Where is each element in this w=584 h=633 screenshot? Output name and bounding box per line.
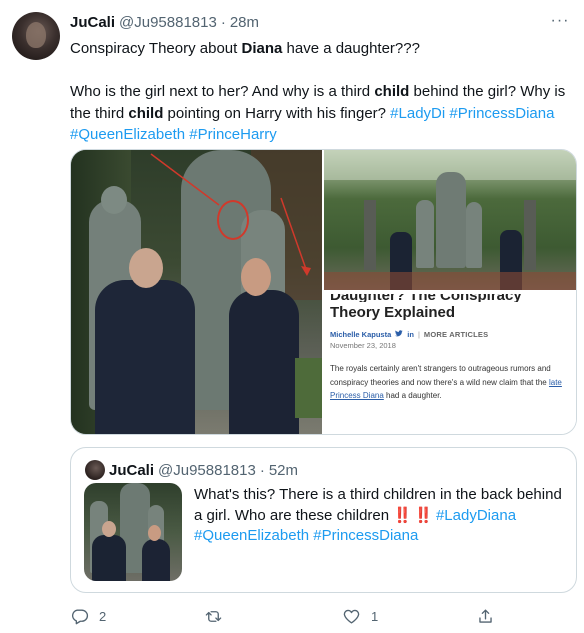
tweet-time[interactable]: 28m [230,14,259,31]
reply-count: 2 [99,608,107,624]
like-button[interactable]: 1 [342,604,378,628]
more-articles-link: MORE ARTICLES [423,330,489,339]
media-grid: Daughter? The Conspiracy Theory Explaine… [70,149,577,435]
text-bold: Diana [241,40,283,57]
statue-photo-wide [324,150,576,290]
retweet-button[interactable] [204,604,233,628]
hashtag-queenelizabeth[interactable]: #QueenElizabeth [70,126,185,143]
like-icon [343,609,360,624]
text-segment: have a daughter??? [282,40,420,57]
share-icon [479,608,492,623]
quote-hashtag-queenelizabeth[interactable]: #QueenElizabeth [194,527,309,544]
tweet-text: Conspiracy Theory about Diana have a dau… [70,38,570,146]
text-segment: pointing on Harry with his finger? [163,104,391,122]
text-bold: child [374,83,410,100]
quote-author-handle: @Ju95881813 [158,462,256,479]
hashtag-ladydi[interactable]: #LadyDi [390,105,445,122]
article-body-text: The royals certainly aren't strangers to… [330,364,551,387]
meta-separator: | [417,330,420,339]
linkedin-label: in [407,330,414,339]
article-meta: Michelle Kapusta in | MORE ARTICLES [330,330,570,339]
reply-icon [71,608,89,624]
text-segment: Conspiracy Theory about [70,40,242,57]
author-handle[interactable]: @Ju95881813 [119,14,217,31]
quote-hashtag-ladydiana[interactable]: #LadyDiana [436,507,516,524]
article-card: Daughter? The Conspiracy Theory Explaine… [324,290,576,434]
text-segment: Who is the girl next to her? And why is … [70,83,375,100]
article-screenshot[interactable]: Daughter? The Conspiracy Theory Explaine… [324,150,576,434]
quoted-tweet[interactable]: JuCali @Ju95881813 · 52m What's this? Th… [70,447,577,593]
text-bold: child [128,104,164,122]
quote-thumbnail [84,483,182,581]
tweet-line-1: Conspiracy Theory about Diana have a dau… [70,38,570,60]
author-avatar[interactable] [12,12,60,60]
double-exclamation-icon: ‼️ ‼️ [393,506,433,524]
article-title: Theory Explained [330,304,456,321]
hashtag-princessdiana[interactable]: #PrincessDiana [449,105,554,122]
author-name[interactable]: JuCali [70,14,115,31]
share-button[interactable] [476,604,495,628]
tweet-line-2: Who is the girl next to her? And why is … [70,81,570,146]
quote-author-name: JuCali [109,462,155,479]
article-date: November 23, 2018 [330,341,396,350]
more-dots-icon[interactable]: ··· [550,12,570,32]
like-count: 1 [371,608,379,624]
article-body: The royals certainly aren't strangers to… [330,362,570,403]
statue-photo[interactable] [71,150,322,434]
quote-author-avatar [85,460,105,480]
man-left [95,280,195,434]
action-bar: 2 1 [70,604,510,628]
man-right [229,290,299,434]
quote-header: JuCali @Ju95881813 · 52m [109,462,298,479]
quote-separator: · [259,462,265,479]
header-separator: · [220,14,226,31]
article-author: Michelle Kapusta [330,330,392,339]
quote-time: 52m [268,462,299,479]
quote-hashtag-princessdiana[interactable]: #PrincessDiana [313,527,418,544]
tweet-header: JuCali @Ju95881813 · 28m [70,14,259,34]
quote-text: What's this? There is a third children i… [194,485,566,547]
tweet[interactable]: JuCali @Ju95881813 · 28m ··· Conspiracy … [0,0,584,633]
twitter-bird-icon [395,330,403,339]
retweet-icon [205,610,222,622]
article-body-text-end: had a daughter. [383,391,442,400]
hashtag-princeharry[interactable]: #PrinceHarry [189,126,277,143]
reply-button[interactable]: 2 [70,604,106,628]
article-cut-title: Daughter? The Conspiracy [330,294,570,302]
